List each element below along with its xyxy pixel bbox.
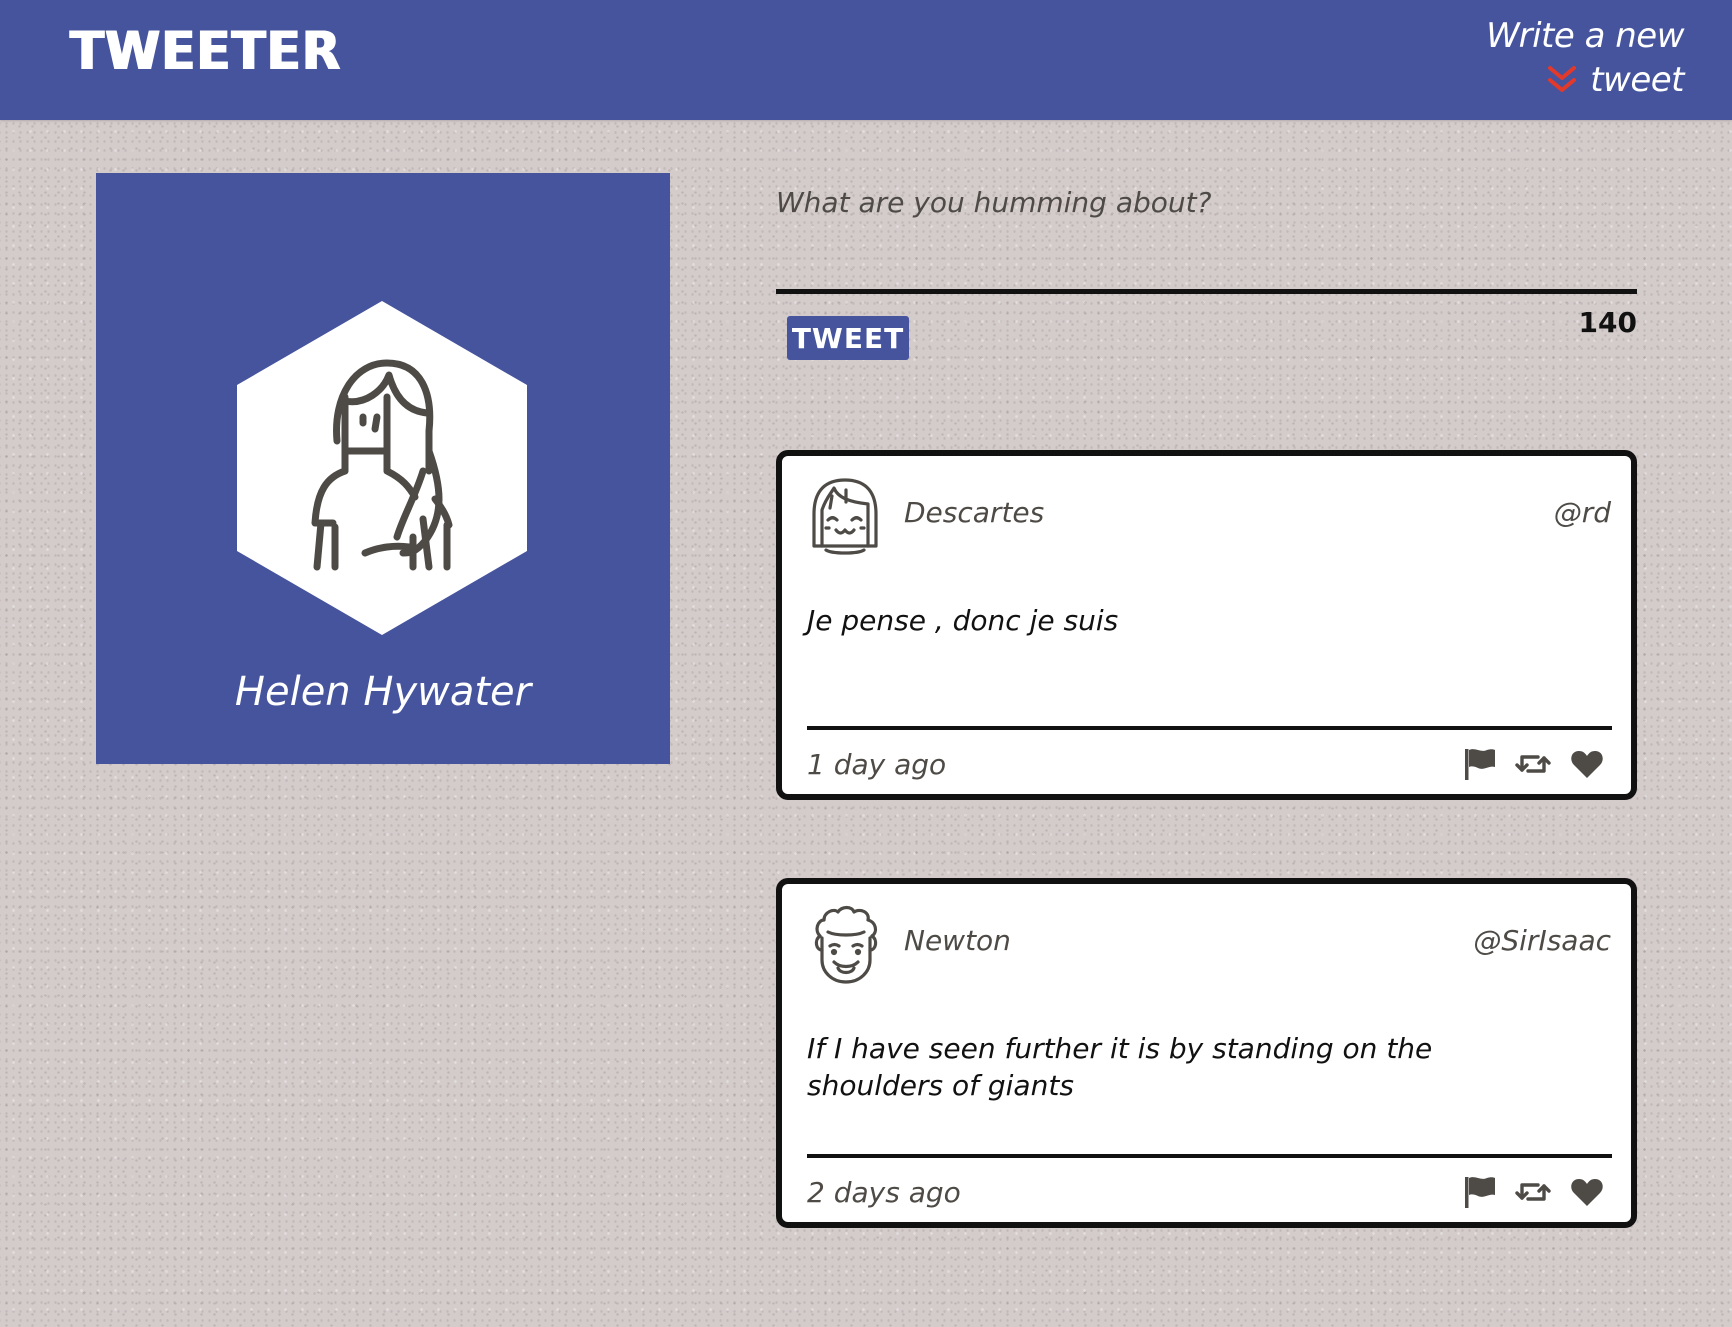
tweet-composer: TWEET 140 xyxy=(776,172,1637,372)
character-counter: 140 xyxy=(1578,306,1637,339)
tweet-timestamp: 2 days ago xyxy=(807,1176,961,1209)
tweet-author-name[interactable]: Newton xyxy=(904,924,1011,957)
tweet-button[interactable]: TWEET xyxy=(787,316,909,360)
profile-avatar xyxy=(237,301,527,635)
retweet-icon[interactable] xyxy=(1515,746,1551,782)
tweet-input[interactable] xyxy=(776,172,1637,294)
flag-icon[interactable] xyxy=(1461,746,1497,782)
heart-icon[interactable] xyxy=(1569,1174,1605,1210)
tweet-actions xyxy=(1461,1172,1605,1212)
tweet-actions xyxy=(1461,744,1605,784)
heart-icon[interactable] xyxy=(1569,746,1605,782)
double-chevron-down-icon xyxy=(1548,66,1576,92)
top-nav-bar: TWEETER Write a new tweet xyxy=(0,0,1732,120)
tweet-author-handle[interactable]: @SirIsaac xyxy=(1473,924,1611,957)
tweet-author-handle[interactable]: @rd xyxy=(1554,496,1611,529)
smiling-girl-avatar-icon xyxy=(812,478,878,555)
curly-hair-avatar-icon xyxy=(814,905,878,984)
tweet-card: Descartes @rd Je pense , donc je suis 1 … xyxy=(776,450,1637,800)
retweet-icon[interactable] xyxy=(1515,1174,1551,1210)
write-new-tweet-label: Write a new tweet xyxy=(1486,16,1684,100)
profile-card: Helen Hywater xyxy=(96,173,670,764)
flag-icon[interactable] xyxy=(1461,1174,1497,1210)
tweet-card: Newton @SirIsaac If I have seen further … xyxy=(776,878,1637,1228)
tweet-divider xyxy=(807,1154,1612,1158)
tweet-body: If I have seen further it is by standing… xyxy=(807,1032,1433,1102)
app-logo: TWEETER xyxy=(70,20,342,82)
write-new-tweet-toggle[interactable]: Write a new tweet xyxy=(1384,14,1684,104)
tweet-author-name[interactable]: Descartes xyxy=(904,496,1044,529)
tweet-timestamp: 1 day ago xyxy=(807,748,947,781)
profile-name: Helen Hywater xyxy=(234,669,532,715)
tweet-divider xyxy=(807,726,1612,730)
tweet-body: Je pense , donc je suis xyxy=(807,604,1119,637)
